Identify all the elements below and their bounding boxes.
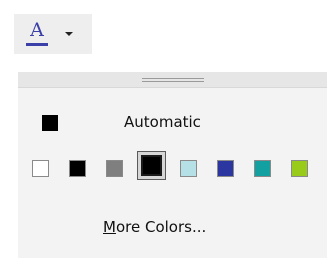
automatic-color-option[interactable]: Automatic xyxy=(18,104,327,140)
grip-line-icon xyxy=(142,78,204,79)
color-swatch[interactable] xyxy=(138,152,165,179)
more-colors-option[interactable]: More Colors... xyxy=(18,212,327,242)
color-swatch[interactable] xyxy=(69,160,86,177)
color-swatch[interactable] xyxy=(217,160,234,177)
menu-drag-handle[interactable] xyxy=(18,72,327,88)
color-swatch[interactable] xyxy=(32,160,49,177)
color-picker-menu: Automatic More Colors... xyxy=(18,72,327,258)
more-colors-mnemonic: M xyxy=(103,218,116,236)
color-swatch-row xyxy=(18,148,327,188)
color-swatch[interactable] xyxy=(291,160,308,177)
font-color-letter-icon: A xyxy=(30,19,44,41)
dropdown-arrow-icon[interactable] xyxy=(65,32,73,36)
automatic-color-swatch xyxy=(42,115,58,131)
more-colors-text: ore Colors... xyxy=(115,218,207,236)
automatic-label: Automatic xyxy=(124,113,201,131)
current-color-bar xyxy=(26,43,48,46)
font-color-button[interactable]: A xyxy=(14,14,92,54)
grip-line-icon xyxy=(142,81,204,82)
more-colors-label: More Colors... xyxy=(103,217,206,237)
color-swatch[interactable] xyxy=(106,160,123,177)
color-swatch[interactable] xyxy=(180,160,197,177)
color-swatch[interactable] xyxy=(254,160,271,177)
